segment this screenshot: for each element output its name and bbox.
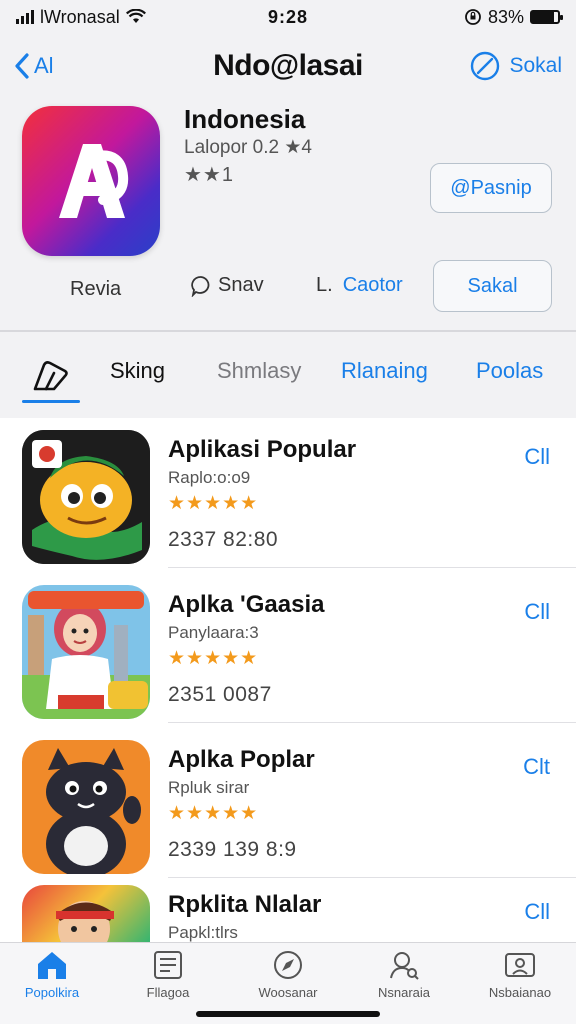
app-thumbnail — [22, 885, 150, 942]
back-button[interactable]: Al — [14, 53, 164, 79]
status-bar: lWronasal 9:28 83% — [0, 0, 576, 34]
get-button[interactable]: Cll — [524, 899, 550, 925]
app-icon — [22, 106, 160, 256]
app-subtitle: Papkl:tlrs — [168, 923, 238, 942]
chevron-left-icon — [15, 53, 29, 79]
divider — [0, 330, 576, 332]
account-icon — [505, 953, 535, 977]
tab-shmlasy[interactable]: Shmlasy — [217, 358, 301, 384]
app-list: Aplikasi Popular Raplo:o:o9 ★★★★★ 2337 8… — [0, 418, 576, 942]
app-thumbnail — [22, 430, 150, 564]
app-subtitle: Lalopor 0.2 ★4 — [184, 137, 312, 158]
share-label: Snav — [218, 274, 264, 296]
nav-action-label: Sokal — [509, 54, 562, 77]
wifi-icon — [125, 9, 146, 23]
app-title: Rpklita Nlalar — [168, 891, 322, 918]
tabbar-label: Nsnaraia — [377, 985, 431, 1000]
list-item[interactable]: Rpklita Nlalar Papkl:tlrs Cll — [0, 873, 576, 942]
rating-stars: ★★★★★ — [168, 648, 259, 669]
chat-bubble-icon — [191, 275, 210, 297]
tab-home[interactable] — [22, 350, 80, 402]
app-actions: Revia Snav L. Caotor Sakal — [0, 260, 576, 312]
app-title: Aplikasi Popular — [168, 436, 357, 463]
app-title: Aplka Poplar — [168, 746, 315, 773]
tabbar-item-news[interactable]: Fllagoa — [120, 949, 216, 1000]
tabbar-item-account[interactable]: Nsbaianao — [472, 949, 568, 1000]
creator-link[interactable]: L. Caotor — [316, 274, 403, 297]
apps-tab-icon — [33, 361, 68, 391]
home-icon — [38, 952, 66, 979]
app-title: Aplka 'Gaasia — [168, 591, 325, 618]
battery-fill — [532, 12, 554, 22]
compass-icon — [471, 51, 500, 81]
home-indicator — [196, 1011, 380, 1017]
separator — [168, 722, 576, 723]
creator-prefix: L. — [316, 274, 333, 296]
status-time: 9:28 — [267, 6, 309, 27]
app-header: Indonesia Lalopor 0.2 ★4 ★★1 @Pasnip Rev… — [0, 100, 576, 330]
action-button[interactable]: Sakal — [433, 260, 552, 312]
nav-action-button[interactable]: Sokal — [412, 50, 562, 82]
app-stats: 2337 82:80 — [168, 528, 279, 551]
app-rating: ★★1 — [184, 164, 234, 186]
open-button[interactable]: @Pasnip — [430, 163, 552, 213]
tabbar-label: Woosanar — [258, 985, 318, 1000]
search-person-icon — [390, 952, 419, 980]
separator — [168, 567, 576, 568]
tabbar-item-discover[interactable]: Woosanar — [240, 949, 336, 1000]
status-right: 83% — [360, 6, 563, 28]
signal-icon — [16, 10, 34, 24]
back-label: Al — [34, 53, 54, 78]
rating-stars: ★★★★★ — [168, 803, 259, 824]
page-title: Ndo@lasai — [213, 49, 363, 82]
tab-underline — [22, 400, 80, 403]
app-logo-icon — [59, 144, 129, 218]
mascot-image — [22, 430, 150, 564]
app-subtitle: Panylaara:3 — [168, 623, 259, 642]
share-link[interactable]: Snav — [190, 274, 264, 297]
app-stats: 2339 139 8:9 — [168, 838, 297, 861]
get-button[interactable]: Cll — [524, 599, 550, 625]
carrier-label: lWronasal — [40, 6, 120, 27]
tab-poolas[interactable]: Poolas — [476, 358, 543, 384]
tabbar-item-search[interactable]: Nsnaraia — [356, 949, 452, 1000]
tab-sking[interactable]: Sking — [110, 358, 165, 384]
list-item[interactable]: Aplka Poplar Rpluk sirar ★★★★★ 2339 139 … — [0, 728, 576, 878]
battery-icon — [530, 10, 563, 24]
review-link[interactable]: Revia — [70, 278, 121, 301]
compass-icon — [274, 951, 302, 979]
app-thumbnail — [22, 585, 150, 719]
orientation-lock-icon — [465, 9, 481, 25]
battery-percent: 83% — [487, 6, 524, 27]
list-item[interactable]: Aplikasi Popular Raplo:o:o9 ★★★★★ 2337 8… — [0, 418, 576, 568]
get-button[interactable]: Clt — [523, 754, 550, 780]
list-item[interactable]: Aplka 'Gaasia Panylaara:3 ★★★★★ 2351 008… — [0, 573, 576, 723]
tabbar-label: Popolkira — [24, 985, 80, 1000]
rating-stars: ★★★★★ — [168, 493, 259, 514]
tabbar-label: Nsbaianao — [488, 985, 552, 1000]
creator-label: Caotor — [342, 274, 403, 296]
tabbar-label: Fllagoa — [146, 985, 190, 1000]
girl-character-image — [22, 585, 150, 719]
app-thumbnail — [22, 740, 150, 874]
app-name: Indonesia — [184, 104, 306, 134]
nav-bar: Al Ndo@lasai Sokal — [0, 40, 576, 92]
cat-character-image — [22, 740, 150, 874]
app-stats: 2351 0087 — [168, 683, 272, 706]
news-icon — [154, 951, 182, 979]
tabbar-item-home[interactable]: Popolkira — [4, 949, 100, 1000]
app-subtitle: Rpluk sirar — [168, 778, 250, 797]
app-subtitle: Raplo:o:o9 — [168, 468, 251, 487]
status-left: lWronasal — [16, 7, 216, 28]
tab-rlanaing[interactable]: Rlanaing — [341, 358, 428, 384]
boy-character-image — [22, 885, 150, 942]
get-button[interactable]: Cll — [524, 444, 550, 470]
segment-tabs: Sking Shmlasy Rlanaing Poolas — [0, 340, 576, 406]
